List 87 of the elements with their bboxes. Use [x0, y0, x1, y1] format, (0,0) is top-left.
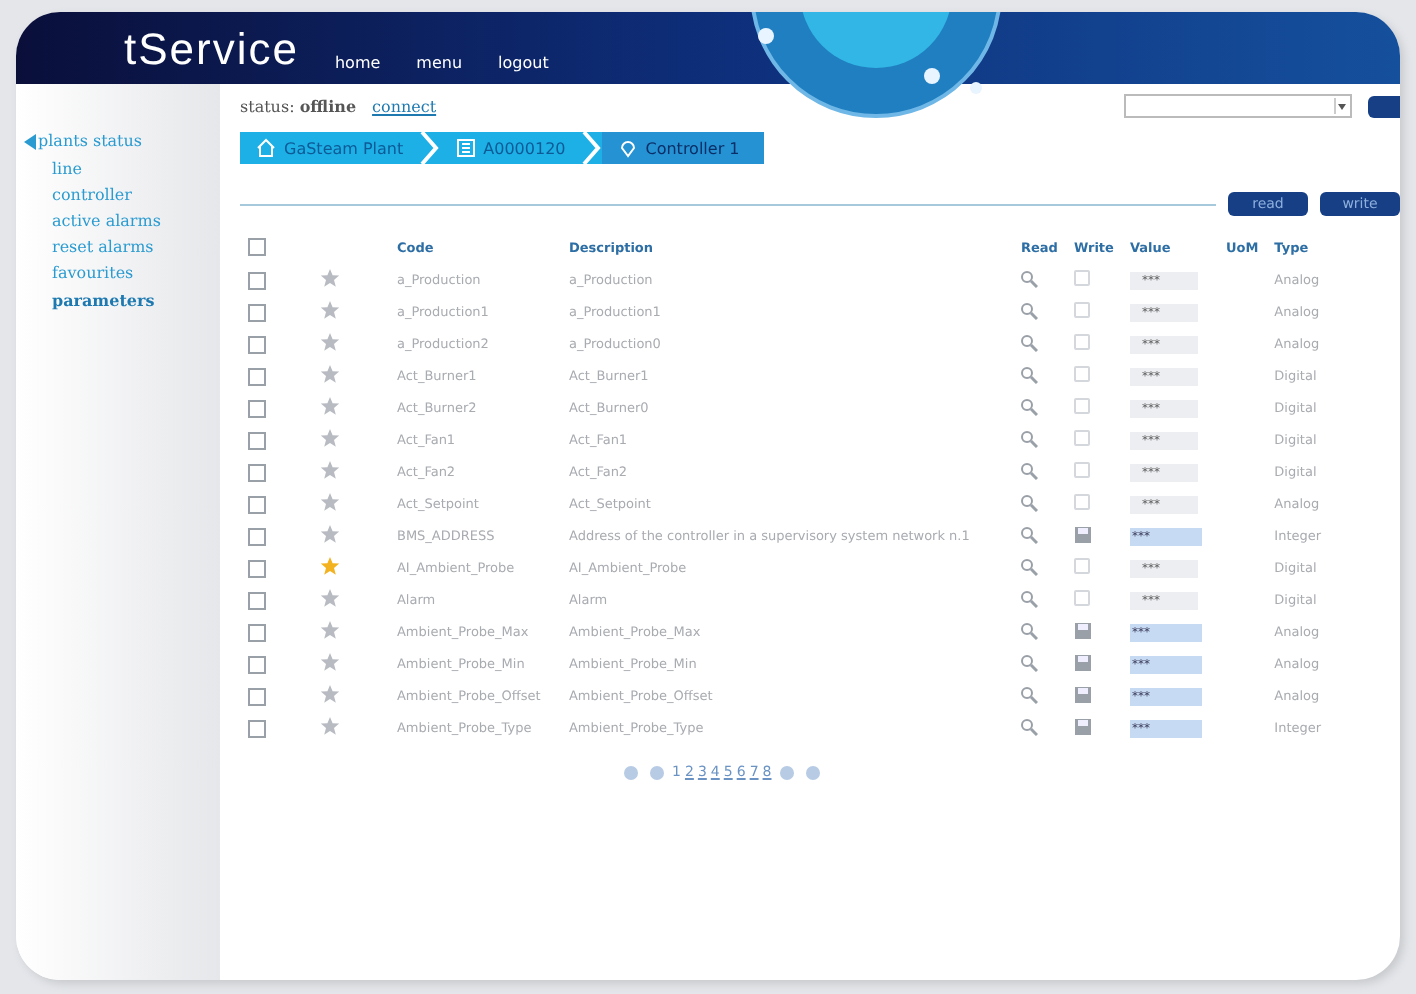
- star-icon[interactable]: [320, 364, 341, 384]
- first-page-button[interactable]: [624, 765, 638, 779]
- magnifier-icon[interactable]: [1020, 589, 1039, 607]
- status-text: status: offline: [240, 96, 357, 116]
- sidebar-item[interactable]: reset alarms: [24, 234, 220, 260]
- previous-page-button[interactable]: [650, 765, 664, 779]
- star-icon[interactable]: [320, 620, 341, 640]
- save-icon[interactable]: [1073, 525, 1092, 543]
- go-button[interactable]: [1368, 95, 1400, 117]
- checkbox[interactable]: [1073, 494, 1090, 510]
- checkbox[interactable]: [248, 431, 266, 449]
- checkbox[interactable]: [1073, 366, 1090, 382]
- magnifier-icon[interactable]: [1020, 493, 1039, 511]
- checkbox[interactable]: [248, 271, 266, 289]
- dropdown-arrow-icon: [1334, 98, 1348, 114]
- dropdown-field[interactable]: [1124, 94, 1352, 118]
- caret-icon: [24, 133, 36, 149]
- magnifier-icon[interactable]: [1020, 653, 1039, 671]
- checkbox[interactable]: [1073, 334, 1090, 350]
- magnifier-icon[interactable]: [1020, 621, 1039, 639]
- checkbox[interactable]: [1073, 558, 1090, 574]
- star-icon[interactable]: [320, 684, 341, 704]
- logo: tService: [124, 28, 299, 72]
- pin-icon: [617, 138, 638, 158]
- checkbox[interactable]: [248, 463, 266, 481]
- star-icon[interactable]: [320, 428, 341, 448]
- checkbox[interactable]: [248, 335, 266, 353]
- checkbox[interactable]: [1073, 462, 1090, 478]
- checkbox[interactable]: [1073, 430, 1090, 446]
- magnifier-icon[interactable]: [1020, 429, 1039, 447]
- magnifier-icon[interactable]: [1020, 557, 1039, 575]
- star-icon[interactable]: [320, 588, 341, 608]
- star-icon[interactable]: [320, 332, 341, 352]
- save-icon[interactable]: [1073, 685, 1092, 703]
- star-icon[interactable]: [320, 492, 341, 512]
- checkbox[interactable]: [248, 399, 266, 417]
- magnifier-icon[interactable]: [1020, 365, 1039, 383]
- star-icon[interactable]: [320, 268, 341, 288]
- checkbox[interactable]: [248, 687, 266, 705]
- checkbox[interactable]: [1073, 590, 1090, 606]
- sidebar-item[interactable]: favourites: [24, 260, 220, 286]
- checkbox[interactable]: [248, 238, 266, 256]
- star-icon[interactable]: [320, 460, 341, 480]
- next-page-button[interactable]: [779, 765, 794, 779]
- magnifier-icon[interactable]: [1020, 461, 1039, 479]
- nav-link[interactable]: menu: [416, 54, 463, 72]
- sidebar-item[interactable]: parameters: [24, 286, 220, 314]
- chevron-icon: [419, 130, 440, 166]
- magnifier-icon[interactable]: [1020, 717, 1039, 735]
- breadcrumb-item[interactable]: Controller 1: [601, 132, 764, 164]
- star-icon[interactable]: [320, 556, 341, 576]
- star-icon[interactable]: [320, 716, 341, 736]
- connect-link[interactable]: connect: [372, 97, 437, 115]
- checkbox[interactable]: [248, 527, 266, 545]
- checkbox[interactable]: [248, 303, 266, 321]
- checkbox[interactable]: [248, 623, 266, 641]
- magnifier-icon[interactable]: [1020, 333, 1039, 351]
- sidebar-item[interactable]: controller: [24, 182, 220, 208]
- checkbox[interactable]: [248, 495, 266, 513]
- nav-link[interactable]: home: [334, 54, 381, 72]
- save-icon[interactable]: [1073, 653, 1092, 671]
- checkbox[interactable]: [1073, 270, 1090, 286]
- checkbox[interactable]: [1073, 302, 1090, 318]
- sidebar-item[interactable]: line: [24, 156, 220, 182]
- sidebar-heading[interactable]: plants status: [24, 132, 220, 150]
- star-icon[interactable]: [320, 396, 341, 416]
- checkbox[interactable]: [248, 591, 266, 609]
- save-icon[interactable]: [1073, 717, 1092, 735]
- last-page-button[interactable]: [805, 765, 820, 779]
- magnifier-icon[interactable]: [1020, 525, 1039, 543]
- magnifier-icon[interactable]: [1020, 301, 1039, 319]
- star-icon[interactable]: [320, 652, 341, 672]
- magnifier-icon[interactable]: [1020, 685, 1039, 703]
- home-icon: [256, 138, 276, 158]
- checkbox[interactable]: [248, 367, 266, 385]
- checkbox[interactable]: [248, 719, 266, 737]
- checkbox[interactable]: [248, 559, 266, 577]
- star-icon[interactable]: [320, 524, 341, 544]
- sidebar-item[interactable]: active alarms: [24, 208, 220, 234]
- magnifier-icon[interactable]: [1020, 269, 1039, 287]
- checkbox[interactable]: [1073, 398, 1090, 414]
- checkbox[interactable]: [248, 655, 266, 673]
- chevron-icon: [581, 130, 602, 166]
- magnifier-icon[interactable]: [1020, 397, 1039, 415]
- star-icon[interactable]: [320, 300, 341, 320]
- nav-link[interactable]: logout: [498, 54, 549, 72]
- save-icon[interactable]: [1073, 621, 1092, 639]
